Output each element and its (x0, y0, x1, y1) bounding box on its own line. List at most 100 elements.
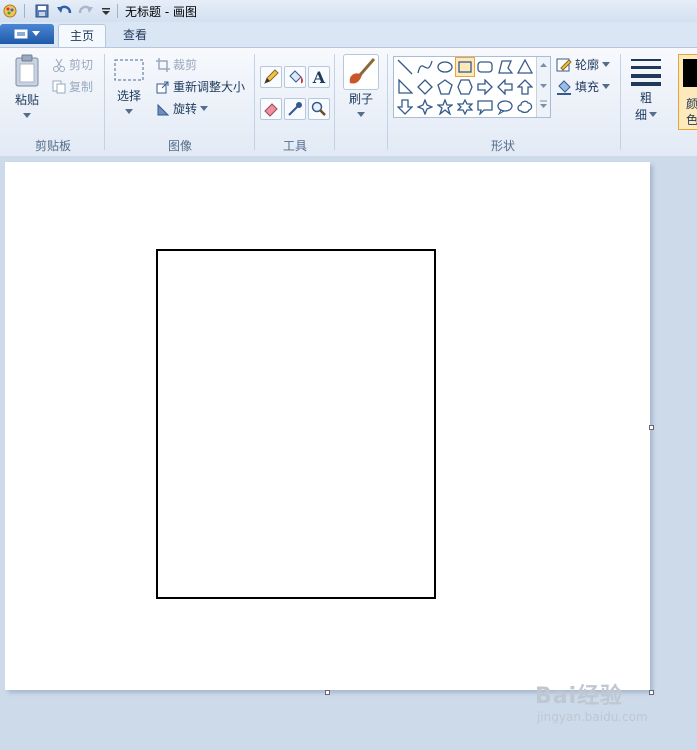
right-triangle-shape-icon[interactable] (396, 78, 414, 96)
rotate-button[interactable]: 旋转 (156, 100, 209, 117)
text-tool-icon[interactable]: A (308, 66, 330, 88)
divider (620, 54, 621, 150)
brushes-button[interactable]: 刷子 (342, 54, 380, 121)
divider (117, 4, 118, 18)
left-arrow-shape-icon[interactable] (496, 78, 514, 96)
color1-label-bottom: 色 (686, 113, 697, 127)
rectangular-callout-shape-icon[interactable] (476, 98, 494, 116)
customize-toolbar-dropdown-icon[interactable] (97, 2, 115, 20)
curve-shape-icon[interactable] (416, 58, 434, 76)
rotate-icon (157, 103, 170, 115)
redo-icon[interactable] (77, 2, 95, 20)
undo-icon[interactable] (55, 2, 73, 20)
drawn-rectangle[interactable] (156, 249, 436, 599)
brush-icon (343, 54, 379, 90)
rounded-rectangle-shape-icon[interactable] (476, 58, 494, 76)
divider (334, 54, 335, 150)
divider (24, 4, 25, 18)
tab-home[interactable]: 主页 (58, 24, 106, 48)
resize-button[interactable]: 重新调整大小 (156, 78, 245, 95)
chevron-down-icon (649, 111, 657, 117)
chevron-down-icon (357, 112, 365, 117)
cloud-callout-shape-icon[interactable] (516, 98, 534, 116)
save-icon[interactable] (33, 2, 51, 20)
magnifier-icon[interactable] (308, 98, 330, 120)
select-rectangle-icon (114, 59, 144, 81)
file-menu-button[interactable] (0, 24, 54, 44)
triangle-shape-icon[interactable] (516, 58, 534, 76)
color1-label-top: 颜 (686, 97, 697, 111)
canvas-resize-handle-corner[interactable] (649, 690, 654, 695)
size-label-thin: 细 (634, 108, 647, 122)
line-shape-icon[interactable] (396, 58, 414, 76)
clipboard-icon (15, 54, 39, 87)
file-menu-icon (14, 29, 28, 39)
chevron-down-icon (23, 113, 31, 118)
copy-icon (52, 80, 66, 93)
shapes-gallery-scrollbar[interactable] (536, 57, 550, 117)
select-button[interactable]: 选择 (110, 56, 148, 118)
crop-icon (156, 57, 170, 72)
color1-swatch (683, 59, 697, 87)
chevron-down-icon (125, 109, 133, 114)
oval-shape-icon[interactable] (436, 58, 454, 76)
copy-label: 复制 (69, 80, 94, 94)
fill-label: 填充 (575, 80, 600, 94)
pencil-icon[interactable] (260, 66, 282, 88)
copy-button[interactable]: 复制 (52, 78, 93, 95)
color1-button[interactable]: 颜 色 (678, 54, 697, 130)
chevron-down-icon (200, 105, 209, 111)
ribbon: 粘贴 剪切 复制 剪贴板 选择 裁剪 重新调整大小 旋转 图像 A 工具 刷子 … (0, 47, 697, 157)
chevron-down-icon (602, 83, 611, 89)
shapes-gallery (393, 56, 551, 118)
chevron-down-icon (32, 31, 40, 36)
watermark-url: jingyan.baidu.com (537, 710, 648, 724)
pentagon-shape-icon[interactable] (436, 78, 454, 96)
resize-icon (156, 81, 169, 93)
canvas-resize-handle-bottom[interactable] (325, 690, 330, 695)
shapes-group-label: 形状 (490, 139, 515, 153)
color-picker-icon[interactable] (284, 98, 306, 120)
cut-button[interactable]: 剪切 (52, 56, 93, 73)
fill-bucket-icon (557, 79, 571, 95)
four-point-star-shape-icon[interactable] (416, 98, 434, 116)
down-arrow-shape-icon[interactable] (396, 98, 414, 116)
diamond-shape-icon[interactable] (416, 78, 434, 96)
brushes-label: 刷子 (348, 92, 373, 106)
title-bar: 无标题 - 画图 (0, 0, 697, 23)
rectangle-shape-icon[interactable] (455, 57, 475, 77)
rotate-label: 旋转 (173, 102, 198, 116)
six-point-star-shape-icon[interactable] (456, 98, 474, 116)
outline-pencil-icon (556, 58, 572, 71)
up-arrow-shape-icon[interactable] (516, 78, 534, 96)
crop-button[interactable]: 裁剪 (156, 56, 197, 73)
hexagon-shape-icon[interactable] (456, 78, 474, 96)
fill-button[interactable]: 填充 (556, 78, 611, 95)
watermark-brand: Bai经验 (535, 684, 624, 709)
oval-callout-shape-icon[interactable] (496, 98, 514, 116)
size-label-thick: 粗 (639, 91, 652, 105)
paint-app-icon[interactable] (1, 2, 19, 20)
size-button[interactable]: 粗 细 (626, 56, 666, 123)
right-arrow-shape-icon[interactable] (476, 78, 494, 96)
chevron-down-icon (602, 61, 611, 67)
cut-label: 剪切 (69, 58, 94, 72)
fill-bucket-icon[interactable] (284, 66, 306, 88)
scissors-icon (53, 58, 65, 72)
tab-view[interactable]: 查看 (113, 24, 157, 47)
polygon-shape-icon[interactable] (496, 58, 514, 76)
divider (387, 54, 388, 150)
canvas-resize-handle-right[interactable] (649, 425, 654, 430)
divider (254, 54, 255, 150)
divider (104, 54, 105, 150)
paste-label: 粘贴 (14, 93, 39, 107)
image-group-label: 图像 (167, 139, 192, 153)
five-point-star-shape-icon[interactable] (436, 98, 454, 116)
eraser-icon[interactable] (260, 98, 282, 120)
outline-button[interactable]: 轮廓 (556, 56, 611, 73)
select-label: 选择 (116, 89, 141, 103)
line-width-icon (631, 59, 661, 86)
paste-button[interactable]: 粘贴 (8, 54, 46, 122)
crop-label: 裁剪 (173, 58, 198, 72)
window-title: 无标题 - 画图 (125, 5, 197, 19)
